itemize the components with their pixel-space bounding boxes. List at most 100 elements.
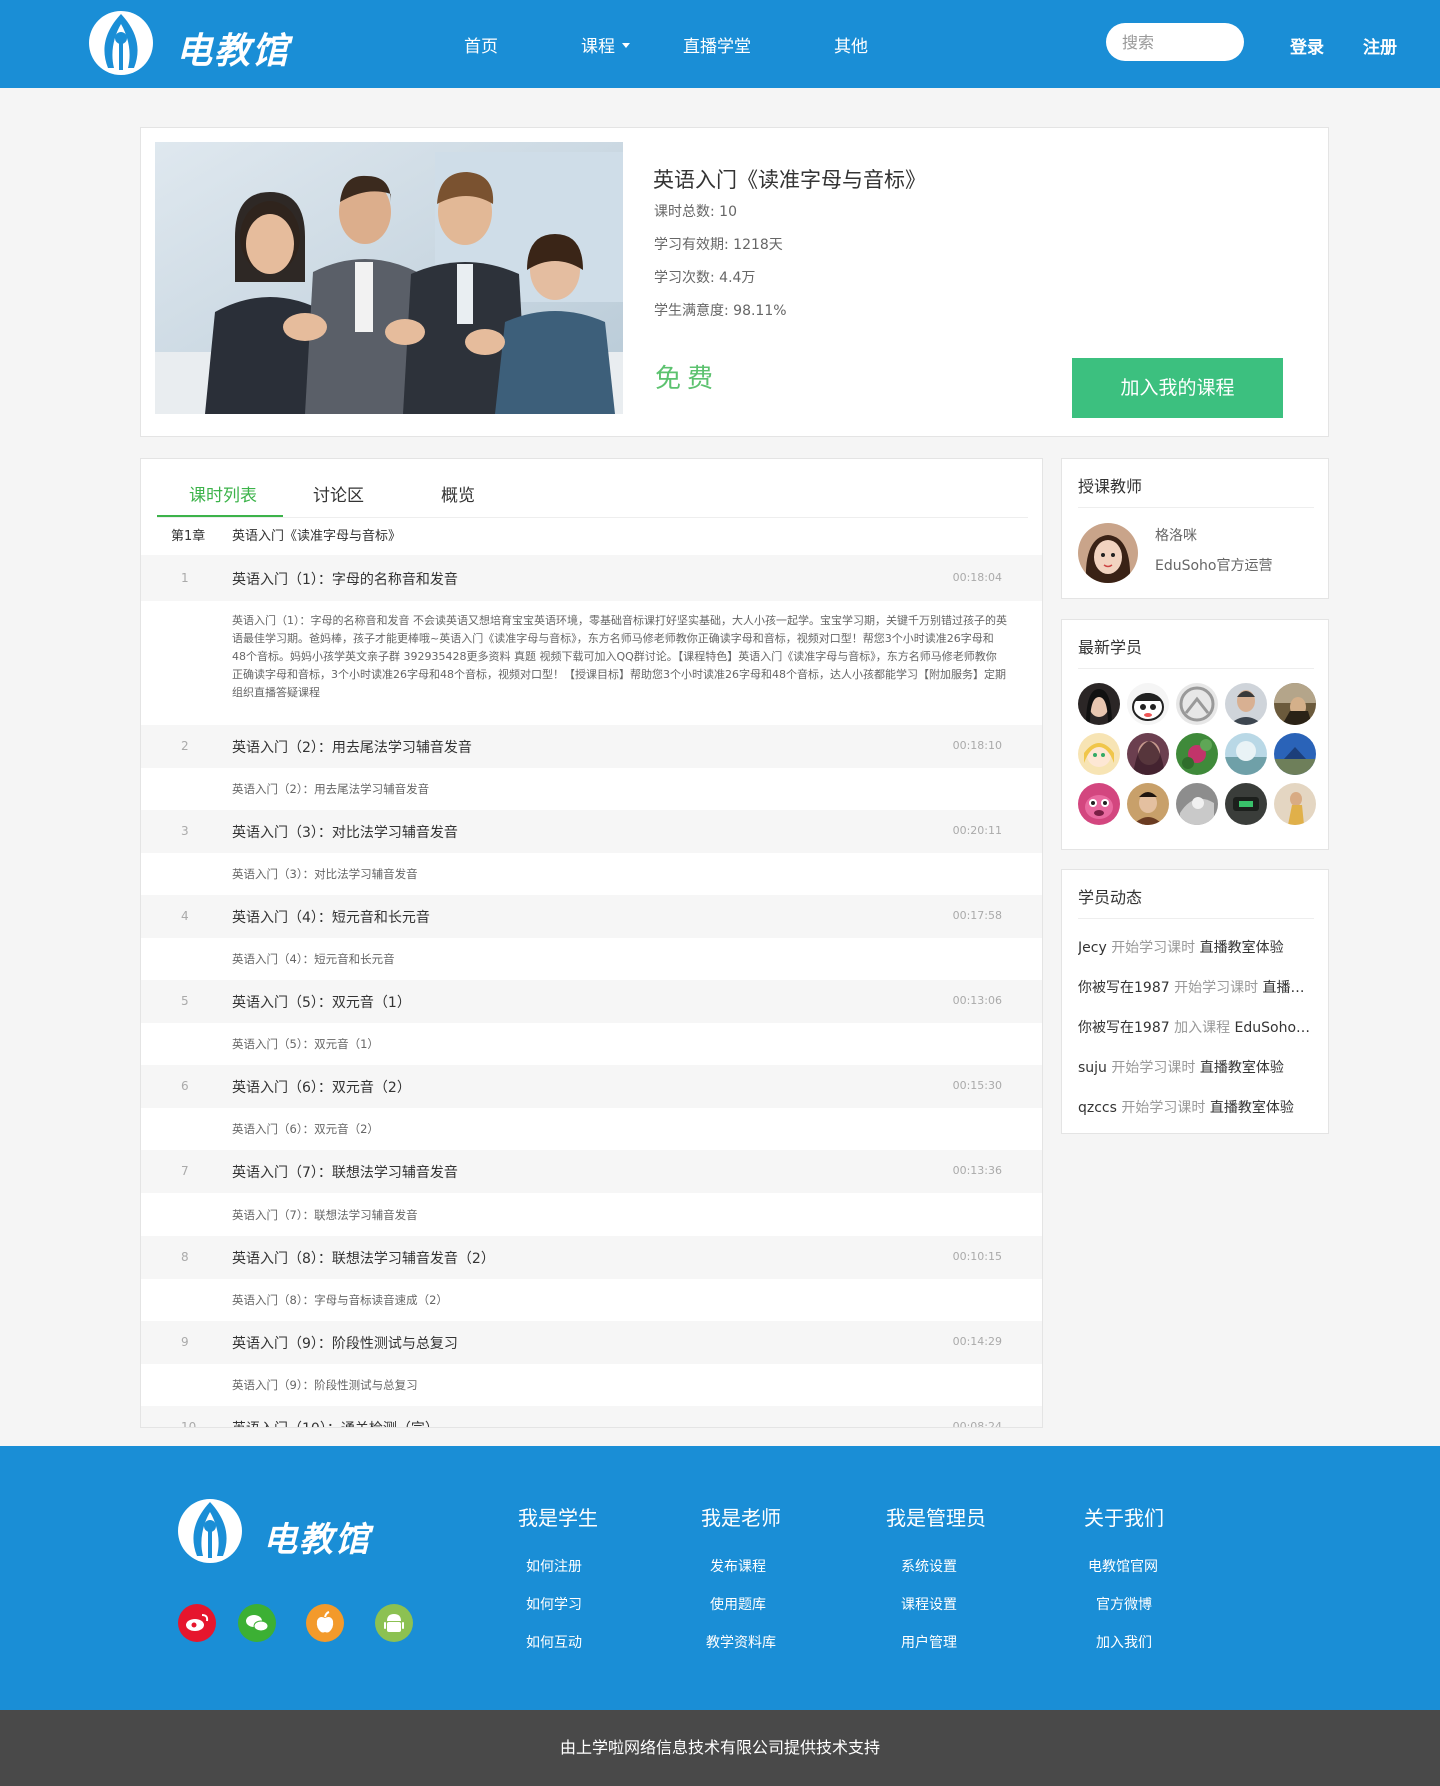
lesson-row[interactable]: 5 英语入门（5）：双元音（1） 00:13:06 xyxy=(141,980,1042,1023)
lesson-title[interactable]: 英语入门（2）：用去尾法学习辅音发音 xyxy=(232,737,472,757)
nav-other[interactable]: 其他 xyxy=(834,32,868,57)
activity-target[interactable]: 直播教室体验 xyxy=(1263,980,1318,996)
activity-user[interactable]: Jecy xyxy=(1078,940,1107,956)
student-avatar[interactable] xyxy=(1274,683,1316,725)
footer-link[interactable]: 电教馆官网 xyxy=(1088,1556,1158,1576)
lesson-number: 3 xyxy=(181,824,189,838)
activity-user[interactable]: qzccs xyxy=(1078,1100,1117,1116)
footer-link[interactable]: 如何注册 xyxy=(526,1556,582,1576)
active-tab-indicator xyxy=(157,515,283,517)
lesson-description: 英语入门（2）：用去尾法学习辅音发音 xyxy=(232,782,430,796)
lesson-row[interactable]: 7 英语入门（7）：联想法学习辅音发音 00:13:36 xyxy=(141,1150,1042,1193)
nav-live[interactable]: 直播学堂 xyxy=(683,32,751,57)
lesson-description: 英语入门（4）：短元音和长元音 xyxy=(232,952,395,966)
student-avatar-picture xyxy=(1274,747,1316,775)
footer-link[interactable]: 如何学习 xyxy=(526,1594,582,1614)
android-icon[interactable] xyxy=(375,1604,413,1642)
footer-column-title: 我是学生 xyxy=(518,1506,598,1530)
activity-target[interactable]: 直播教室体验 xyxy=(1200,1060,1284,1076)
nav-courses-label: 课程 xyxy=(581,37,615,57)
lesson-duration: 00:13:06 xyxy=(952,994,1002,1007)
search-input[interactable] xyxy=(1106,23,1244,61)
activity-user[interactable]: 你被写在1987 xyxy=(1078,1020,1170,1036)
lesson-duration: 00:17:58 xyxy=(952,909,1002,922)
tab-lesson-list[interactable]: 课时列表 xyxy=(189,481,257,506)
student-avatar[interactable] xyxy=(1127,683,1169,725)
lesson-list-panel: 课时列表 讨论区 概览 第1章 英语入门《读准字母与音标》 1 英语入门（1）：… xyxy=(140,458,1043,1428)
lesson-row[interactable]: 10 英语入门（10）：通关检测（完） 00:08:24 xyxy=(141,1406,1042,1427)
register-link[interactable]: 注册 xyxy=(1363,33,1397,58)
footer-link[interactable]: 教学资料库 xyxy=(706,1632,776,1652)
footer-link[interactable]: 发布课程 xyxy=(710,1556,766,1576)
login-link[interactable]: 登录 xyxy=(1290,33,1324,58)
footer-link[interactable]: 官方微博 xyxy=(1096,1594,1152,1614)
footer-link[interactable]: 如何互动 xyxy=(526,1632,582,1652)
student-avatar[interactable] xyxy=(1225,733,1267,775)
apple-icon[interactable] xyxy=(306,1604,344,1642)
lesson-duration: 00:13:36 xyxy=(952,1164,1002,1177)
lesson-description-row: 英语入门（9）：阶段性测试与总复习 xyxy=(141,1364,1042,1406)
tab-discussion[interactable]: 讨论区 xyxy=(313,481,364,506)
join-course-button[interactable]: 加入我的课程 xyxy=(1072,358,1283,418)
wechat-icon[interactable] xyxy=(238,1604,276,1642)
lesson-description-row: 英语入门（4）：短元音和长元音 xyxy=(141,938,1042,980)
student-avatar[interactable] xyxy=(1274,733,1316,775)
lesson-row[interactable]: 3 英语入门（3）：对比法学习辅音发音 00:20:11 xyxy=(141,810,1042,853)
lesson-title[interactable]: 英语入门（6）：双元音（2） xyxy=(232,1077,411,1097)
student-avatar-picture xyxy=(1229,690,1263,725)
student-avatar[interactable] xyxy=(1127,733,1169,775)
lesson-row[interactable]: 2 英语入门（2）：用去尾法学习辅音发音 00:18:10 xyxy=(141,725,1042,768)
lesson-row[interactable]: 4 英语入门（4）：短元音和长元音 00:17:58 xyxy=(141,895,1042,938)
lesson-title[interactable]: 英语入门（1）：字母的名称音和发音 xyxy=(232,569,458,589)
nav-courses[interactable]: 课程 xyxy=(581,32,630,57)
student-avatar[interactable] xyxy=(1176,783,1218,825)
lesson-row[interactable]: 8 英语入门（8）：联想法学习辅音发音（2） 00:10:15 xyxy=(141,1236,1042,1279)
teacher-avatar[interactable] xyxy=(1078,523,1138,583)
lesson-row[interactable]: 1 英语入门（1）：字母的名称音和发音 00:18:04 xyxy=(141,555,1042,601)
footer-link[interactable]: 加入我们 xyxy=(1096,1632,1152,1652)
footer-link[interactable]: 用户管理 xyxy=(901,1632,957,1652)
lesson-description-row: 英语入门（3）：对比法学习辅音发音 xyxy=(141,853,1042,895)
lesson-number: 7 xyxy=(181,1164,189,1178)
student-avatar[interactable] xyxy=(1078,783,1120,825)
student-avatar[interactable] xyxy=(1176,733,1218,775)
student-avatar[interactable] xyxy=(1274,783,1316,825)
tab-overview[interactable]: 概览 xyxy=(441,481,475,506)
lesson-title[interactable]: 英语入门（7）：联想法学习辅音发音 xyxy=(232,1162,458,1182)
student-avatar[interactable] xyxy=(1127,783,1169,825)
footer-link[interactable]: 使用题库 xyxy=(710,1594,766,1614)
lesson-description: 英语入门（1）：字母的名称音和发音 不会读英语又想培育宝宝英语环境，零基础音标课… xyxy=(232,614,1007,699)
android-glyph xyxy=(384,1614,404,1632)
student-avatar[interactable] xyxy=(1225,783,1267,825)
students-panel-title: 最新学员 xyxy=(1078,638,1143,657)
activity-target[interactable]: 直播教室体验 xyxy=(1210,1100,1294,1116)
lesson-title[interactable]: 英语入门（10）：通关检测（完） xyxy=(232,1418,439,1427)
lesson-title[interactable]: 英语入门（4）：短元音和长元音 xyxy=(232,907,430,927)
lesson-row[interactable]: 6 英语入门（6）：双元音（2） 00:15:30 xyxy=(141,1065,1042,1108)
student-avatar[interactable] xyxy=(1078,733,1120,775)
lesson-number: 4 xyxy=(181,909,189,923)
footer-logo[interactable]: 电教馆 xyxy=(175,1496,385,1568)
lesson-title[interactable]: 英语入门（5）：双元音（1） xyxy=(232,992,411,1012)
student-avatar[interactable] xyxy=(1078,683,1120,725)
activity-user[interactable]: suju xyxy=(1078,1060,1107,1076)
weibo-icon[interactable] xyxy=(178,1604,216,1642)
activity-target[interactable]: EduSoho直播课程 xyxy=(1235,1020,1318,1036)
site-logo[interactable]: 电教馆 xyxy=(86,8,296,80)
footer-link[interactable]: 课程设置 xyxy=(901,1594,957,1614)
student-avatar-picture xyxy=(1085,795,1113,819)
logo-text: 电教馆 xyxy=(263,1520,371,1560)
student-avatar[interactable] xyxy=(1225,683,1267,725)
footer-link[interactable]: 系统设置 xyxy=(901,1556,957,1576)
lesson-title[interactable]: 英语入门（3）：对比法学习辅音发音 xyxy=(232,822,458,842)
activity-user[interactable]: 你被写在1987 xyxy=(1078,980,1170,996)
lesson-title[interactable]: 英语入门（8）：联想法学习辅音发音（2） xyxy=(232,1248,495,1268)
lesson-title[interactable]: 英语入门（9）：阶段性测试与总复习 xyxy=(232,1333,458,1353)
student-avatar[interactable] xyxy=(1176,683,1218,725)
course-learn-count: 学习次数: 4.4万 xyxy=(654,270,756,286)
panel-divider xyxy=(1078,918,1314,919)
lesson-row[interactable]: 9 英语入门（9）：阶段性测试与总复习 00:14:29 xyxy=(141,1321,1042,1364)
activity-target[interactable]: 直播教室体验 xyxy=(1200,940,1284,956)
teacher-name[interactable]: 格洛咪 xyxy=(1155,525,1197,545)
nav-home[interactable]: 首页 xyxy=(464,32,498,57)
